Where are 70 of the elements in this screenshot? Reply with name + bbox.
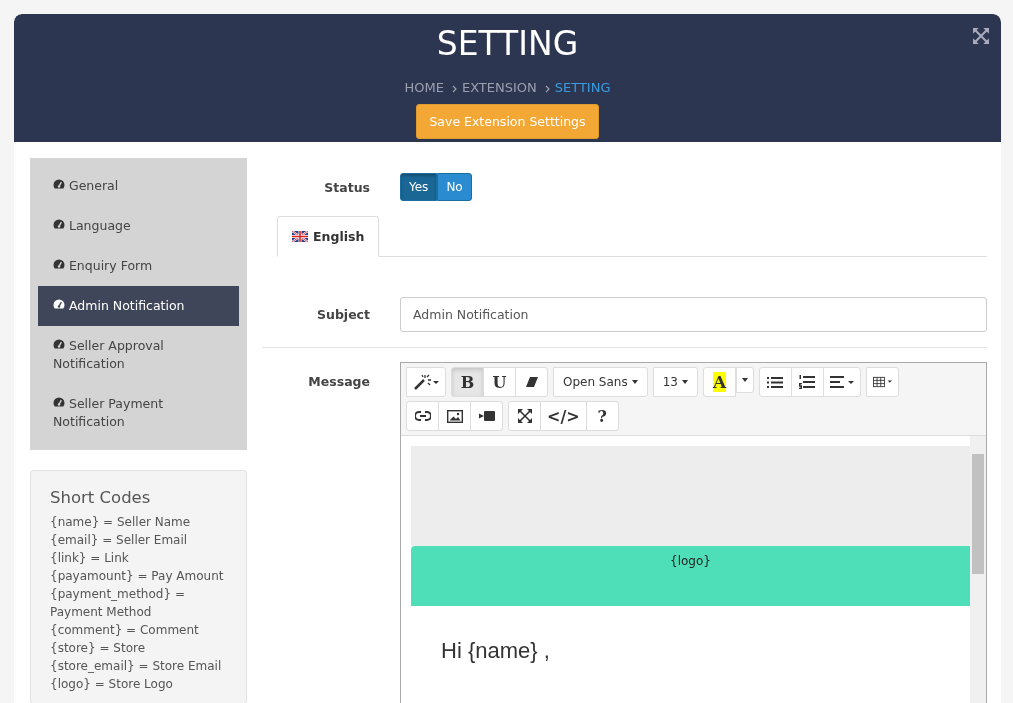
scrollbar[interactable] bbox=[970, 436, 986, 703]
short-code-text: {comment} = Comment bbox=[50, 622, 200, 639]
video-camera-icon bbox=[478, 411, 495, 421]
caret-icon bbox=[682, 380, 688, 384]
bulleted-list-icon bbox=[767, 375, 784, 389]
toolbar-button[interactable]: B bbox=[451, 367, 484, 397]
sidebar-item[interactable]: Admin Notification bbox=[38, 286, 239, 326]
short-code-text: {store} = Store bbox=[50, 640, 147, 657]
color-dropdown-button[interactable] bbox=[736, 367, 754, 393]
logo-banner: {logo} bbox=[411, 546, 970, 606]
subject-field[interactable]: Admin Notification bbox=[400, 297, 987, 332]
short-code-text: {email} = Seller Email bbox=[50, 532, 189, 549]
toolbar-button[interactable]: </> bbox=[540, 401, 587, 431]
caret-icon bbox=[631, 380, 638, 384]
short-code-text: {name} = Seller Name bbox=[50, 514, 192, 531]
numbered-list-icon bbox=[799, 375, 816, 389]
language-tab[interactable]: English bbox=[277, 216, 380, 257]
short-code-text: {payamount} = Pay Amount bbox=[50, 568, 225, 585]
breadcrumb-link[interactable]: SETTING bbox=[554, 80, 611, 95]
toolbar-button[interactable] bbox=[823, 367, 861, 397]
fullscreen-icon[interactable] bbox=[973, 28, 989, 44]
page-title: SETTING bbox=[436, 24, 579, 64]
toolbar-button[interactable] bbox=[406, 401, 439, 431]
dashboard-icon bbox=[53, 219, 65, 230]
table-icon bbox=[873, 375, 892, 389]
sidebar-item[interactable]: Enquiry Form bbox=[38, 246, 239, 286]
short-code-text: {payment_method} = Payment Method bbox=[50, 586, 186, 621]
image-icon bbox=[446, 409, 463, 423]
toolbar-button[interactable] bbox=[515, 367, 548, 397]
eraser-icon bbox=[525, 376, 538, 388]
toolbar-dropdown[interactable]: 13 bbox=[652, 367, 698, 397]
magic-wand-icon bbox=[413, 374, 439, 390]
sidebar-item[interactable]: Language bbox=[38, 206, 239, 246]
toolbar-button[interactable] bbox=[470, 401, 503, 431]
flag-icon bbox=[292, 231, 308, 242]
toolbar-button[interactable] bbox=[508, 401, 541, 431]
expand-icon bbox=[517, 409, 532, 423]
field-label: Subject bbox=[316, 307, 371, 322]
chevron-icon bbox=[544, 85, 550, 93]
dashboard-icon bbox=[53, 397, 65, 408]
toolbar-button[interactable] bbox=[759, 367, 792, 397]
short-code-text: {link} = Link bbox=[50, 550, 130, 567]
toolbar-button[interactable] bbox=[438, 401, 471, 431]
link-icon bbox=[414, 411, 431, 421]
short-code-text: {logo} = Store Logo bbox=[50, 676, 174, 693]
toolbar-button[interactable] bbox=[866, 367, 899, 397]
chevron-icon bbox=[451, 85, 457, 93]
breadcrumb-link[interactable]: EXTENSION bbox=[461, 80, 537, 95]
email-greeting: Hi {name} , bbox=[441, 638, 551, 664]
field-label: Status bbox=[323, 179, 371, 195]
sidebar-item[interactable]: Seller Approval Notification bbox=[38, 326, 239, 384]
toolbar-button[interactable] bbox=[406, 367, 446, 397]
sidebar-item[interactable]: General bbox=[38, 166, 239, 206]
field-label: Message bbox=[307, 374, 371, 389]
dashboard-icon bbox=[53, 339, 65, 350]
dashboard-icon bbox=[53, 299, 65, 310]
toolbar-button[interactable] bbox=[791, 367, 824, 397]
caret-icon bbox=[742, 378, 748, 382]
toolbar-button[interactable]: ? bbox=[585, 401, 619, 431]
toolbar-button[interactable]: U bbox=[483, 367, 516, 397]
toolbar-dropdown[interactable]: Open Sans bbox=[553, 367, 648, 397]
align-icon bbox=[830, 376, 854, 388]
panel-title: Short Codes bbox=[50, 489, 152, 507]
dashboard-icon bbox=[53, 259, 65, 270]
dashboard-icon bbox=[53, 179, 65, 190]
breadcrumb-link[interactable]: HOME bbox=[404, 80, 444, 95]
sidebar-item[interactable]: Seller Payment Notification bbox=[38, 384, 239, 442]
status-toggle-option[interactable]: Yes bbox=[400, 173, 438, 201]
short-code-text: {store_email} = Store Email bbox=[50, 658, 223, 675]
status-toggle-option[interactable]: No bbox=[437, 173, 472, 201]
